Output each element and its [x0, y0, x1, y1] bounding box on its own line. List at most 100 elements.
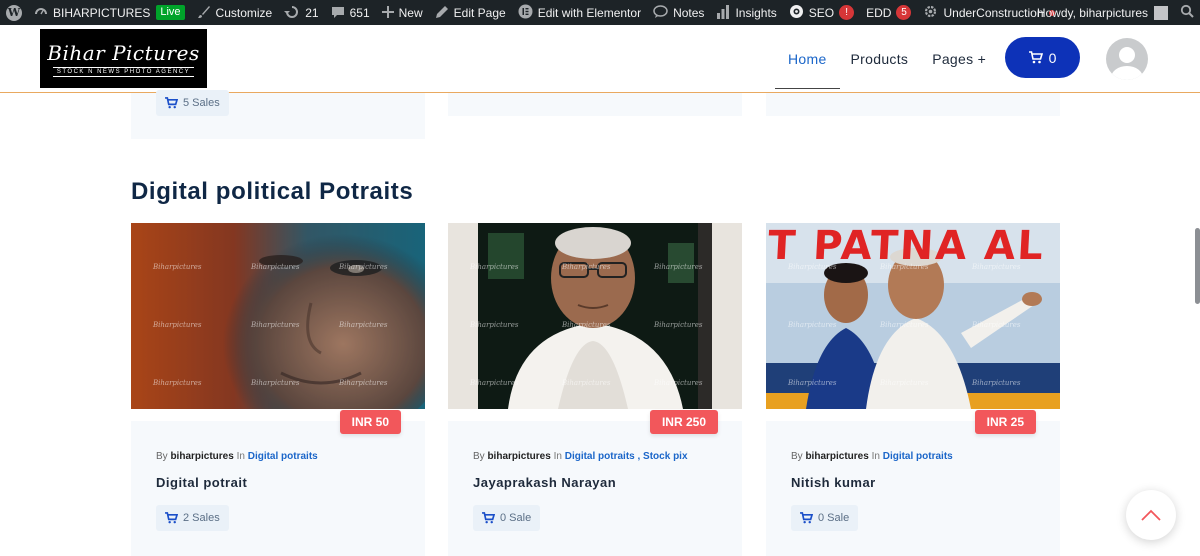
sales-pill: 0 Sale [473, 505, 541, 531]
logo-tagline: STOCK N NEWS PHOTO AGENCY [52, 66, 195, 77]
updates-link[interactable]: 21 [278, 0, 324, 25]
scroll-to-top-button[interactable] [1126, 490, 1176, 540]
logo-title: Bihar Pictures [47, 40, 200, 65]
customize-link[interactable]: Customize [191, 0, 279, 25]
watermark: Biharpictures [972, 321, 1021, 329]
watermark: Biharpictures [153, 263, 202, 271]
plus-icon [381, 5, 394, 20]
edit-elementor-link[interactable]: Edit with Elementor [512, 0, 647, 25]
wordpress-icon: W [6, 4, 22, 21]
nav-pages[interactable]: Pages + [932, 25, 986, 93]
watermark: Biharpictures [339, 263, 388, 271]
avatar [1154, 5, 1168, 20]
search-icon [1180, 4, 1194, 21]
insights-link[interactable]: Insights [710, 0, 782, 25]
by-label: By [791, 451, 803, 462]
notes-link[interactable]: Notes [647, 0, 710, 25]
howdy-label: Howdy, biharpictures [1036, 5, 1148, 20]
watermark: Biharpictures [880, 321, 929, 329]
cart-button[interactable]: 0 [1005, 37, 1080, 78]
category-link[interactable]: Digital potraits , Stock pix [565, 451, 688, 462]
live-badge: Live [156, 5, 185, 20]
cart-icon [165, 512, 178, 524]
wordpress-logo-menu[interactable]: W [0, 0, 28, 25]
product-image[interactable]: Biharpictures Biharpictures Biharpicture… [448, 223, 742, 409]
updates-count: 21 [305, 5, 319, 20]
by-label: By [156, 451, 168, 462]
watermark: Biharpictures [339, 321, 388, 329]
watermark: Biharpictures [880, 263, 929, 271]
nav-products[interactable]: Products [851, 25, 909, 93]
price-badge: INR 25 [974, 410, 1036, 434]
product-card-body: By biharpictures In Digital potraits , S… [448, 421, 742, 556]
sales-pill: 0 Sale [791, 505, 859, 531]
comments-link[interactable]: 651 [325, 0, 376, 25]
product-meta: By biharpictures In Digital potraits [156, 451, 318, 462]
edit-elementor-label: Edit with Elementor [537, 5, 642, 20]
product-card: Biharpictures Biharpictures Biharpicture… [448, 223, 742, 556]
watermark: Biharpictures [339, 379, 388, 387]
comment-icon [331, 5, 345, 21]
avatar-head [1119, 47, 1135, 63]
edit-page-link[interactable]: Edit Page [429, 0, 512, 25]
elementor-icon [518, 4, 533, 21]
category-link[interactable]: Digital potraits [883, 451, 953, 462]
product-title[interactable]: Digital potrait [156, 475, 247, 490]
new-content-menu[interactable]: New [376, 0, 429, 25]
site-logo[interactable]: Bihar Pictures STOCK N NEWS PHOTO AGENCY [40, 29, 207, 88]
seo-menu[interactable]: SEO ! [783, 0, 860, 25]
product-card: T PATNA AL Biharpictures Biharpictures B… [766, 223, 1060, 556]
bar-chart-icon [716, 4, 730, 21]
sales-pill: 2 Sales [156, 505, 229, 531]
cart-icon [1028, 51, 1043, 64]
product-image[interactable]: Biharpictures Biharpictures Biharpicture… [131, 223, 425, 409]
category-link[interactable]: Digital potraits [248, 451, 318, 462]
product-image[interactable]: T PATNA AL Biharpictures Biharpictures B… [766, 223, 1060, 409]
product-card: Biharpictures Biharpictures Biharpicture… [131, 223, 425, 556]
product-meta: By biharpictures In Digital potraits , S… [473, 451, 688, 462]
seo-label: SEO [808, 5, 835, 20]
author-link[interactable]: biharpictures [170, 451, 233, 462]
product-title[interactable]: Jayaprakash Narayan [473, 475, 616, 490]
admin-search-button[interactable] [1174, 0, 1200, 25]
previous-product-card [448, 93, 742, 116]
gear-icon [923, 4, 938, 21]
watermark: Biharpictures [972, 379, 1021, 387]
edd-menu[interactable]: EDD 5 [860, 0, 917, 25]
watermark: Biharpictures [153, 379, 202, 387]
product-title[interactable]: Nitish kumar [791, 475, 876, 490]
cart-icon [482, 512, 495, 524]
author-link[interactable]: biharpictures [487, 451, 550, 462]
sales-pill: 5 Sales [156, 90, 229, 116]
comments-count: 651 [349, 5, 370, 20]
section-title: Digital political Potraits [131, 178, 414, 205]
price-badge: INR 50 [339, 410, 401, 434]
watermark: Biharpictures [972, 263, 1021, 271]
watermark: Biharpictures [788, 263, 837, 271]
watermark: Biharpictures [153, 321, 202, 329]
gear-seo-icon [789, 4, 804, 21]
watermark: Biharpictures [251, 321, 300, 329]
watermark: Biharpictures [654, 263, 703, 271]
brush-icon [197, 5, 211, 21]
seo-notification-badge: ! [839, 5, 855, 20]
cart-icon [165, 97, 178, 109]
page-scrollbar[interactable] [1195, 228, 1200, 304]
customize-label: Customize [215, 5, 273, 20]
previous-product-card: 5 Sales [131, 90, 425, 139]
site-header: Bihar Pictures STOCK N NEWS PHOTO AGENCY… [0, 25, 1200, 93]
author-link[interactable]: biharpictures [805, 451, 868, 462]
watermark: Biharpictures [251, 379, 300, 387]
sales-count: 0 Sale [500, 512, 532, 524]
account-menu[interactable]: Howdy, biharpictures [1031, 0, 1174, 25]
watermark: Biharpictures [470, 321, 519, 329]
watermark: Biharpictures [470, 263, 519, 271]
chevron-up-icon [1141, 509, 1161, 521]
user-avatar[interactable] [1106, 38, 1148, 80]
nav-home[interactable]: Home [775, 25, 839, 93]
product-card-body: By biharpictures In Digital potraits Nit… [766, 421, 1060, 556]
watermark: Biharpictures [788, 321, 837, 329]
edd-label: EDD [866, 5, 892, 20]
watermark: Biharpictures [562, 263, 611, 271]
site-name-menu[interactable]: BIHARPICTURES Live [28, 0, 191, 25]
